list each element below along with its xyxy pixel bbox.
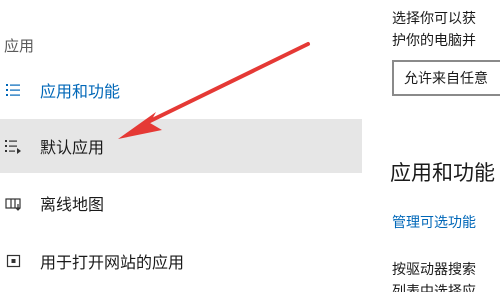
app-install-source-dropdown[interactable]: 允许来自任意 bbox=[392, 60, 500, 96]
nav-item-apps-features[interactable]: 应用和功能 bbox=[0, 63, 362, 117]
settings-content-pane: 选择你可以获 护你的电脑并 允许来自任意 应用和功能 管理可选功能 按驱动器搜索… bbox=[376, 0, 500, 292]
search-filter-description-line1: 按驱动器搜索 bbox=[392, 262, 476, 278]
settings-nav-pane: 应用 应用和功能 默认应用 离线地图 用于打开网站的应用 bbox=[0, 0, 362, 292]
dropdown-selected-value: 允许来自任意 bbox=[404, 71, 488, 87]
nav-item-apps-for-websites[interactable]: 用于打开网站的应用 bbox=[0, 234, 362, 288]
offline-maps-icon bbox=[4, 194, 24, 212]
install-description-line1: 选择你可以获 bbox=[392, 11, 476, 27]
web-apps-icon bbox=[4, 252, 24, 270]
default-apps-icon bbox=[4, 137, 24, 155]
nav-item-default-apps[interactable]: 默认应用 bbox=[0, 119, 362, 173]
nav-item-offline-maps[interactable]: 离线地图 bbox=[0, 176, 362, 230]
nav-item-label: 离线地图 bbox=[40, 195, 105, 214]
manage-optional-features-link[interactable]: 管理可选功能 bbox=[392, 212, 476, 232]
nav-item-label: 应用和功能 bbox=[40, 82, 121, 101]
settings-window: 应用 应用和功能 默认应用 离线地图 用于打开网站的应用 选择你可以获 护你的电… bbox=[0, 0, 500, 292]
nav-item-label: 用于打开网站的应用 bbox=[40, 253, 185, 272]
nav-item-label: 默认应用 bbox=[40, 138, 105, 157]
list-icon bbox=[4, 81, 24, 99]
nav-section-title: 应用 bbox=[4, 37, 35, 55]
section-heading-apps-features: 应用和功能 bbox=[390, 161, 495, 185]
install-description-line2: 护你的电脑并 bbox=[392, 33, 476, 49]
search-filter-description-line2: 列表中选择应 bbox=[392, 284, 476, 292]
